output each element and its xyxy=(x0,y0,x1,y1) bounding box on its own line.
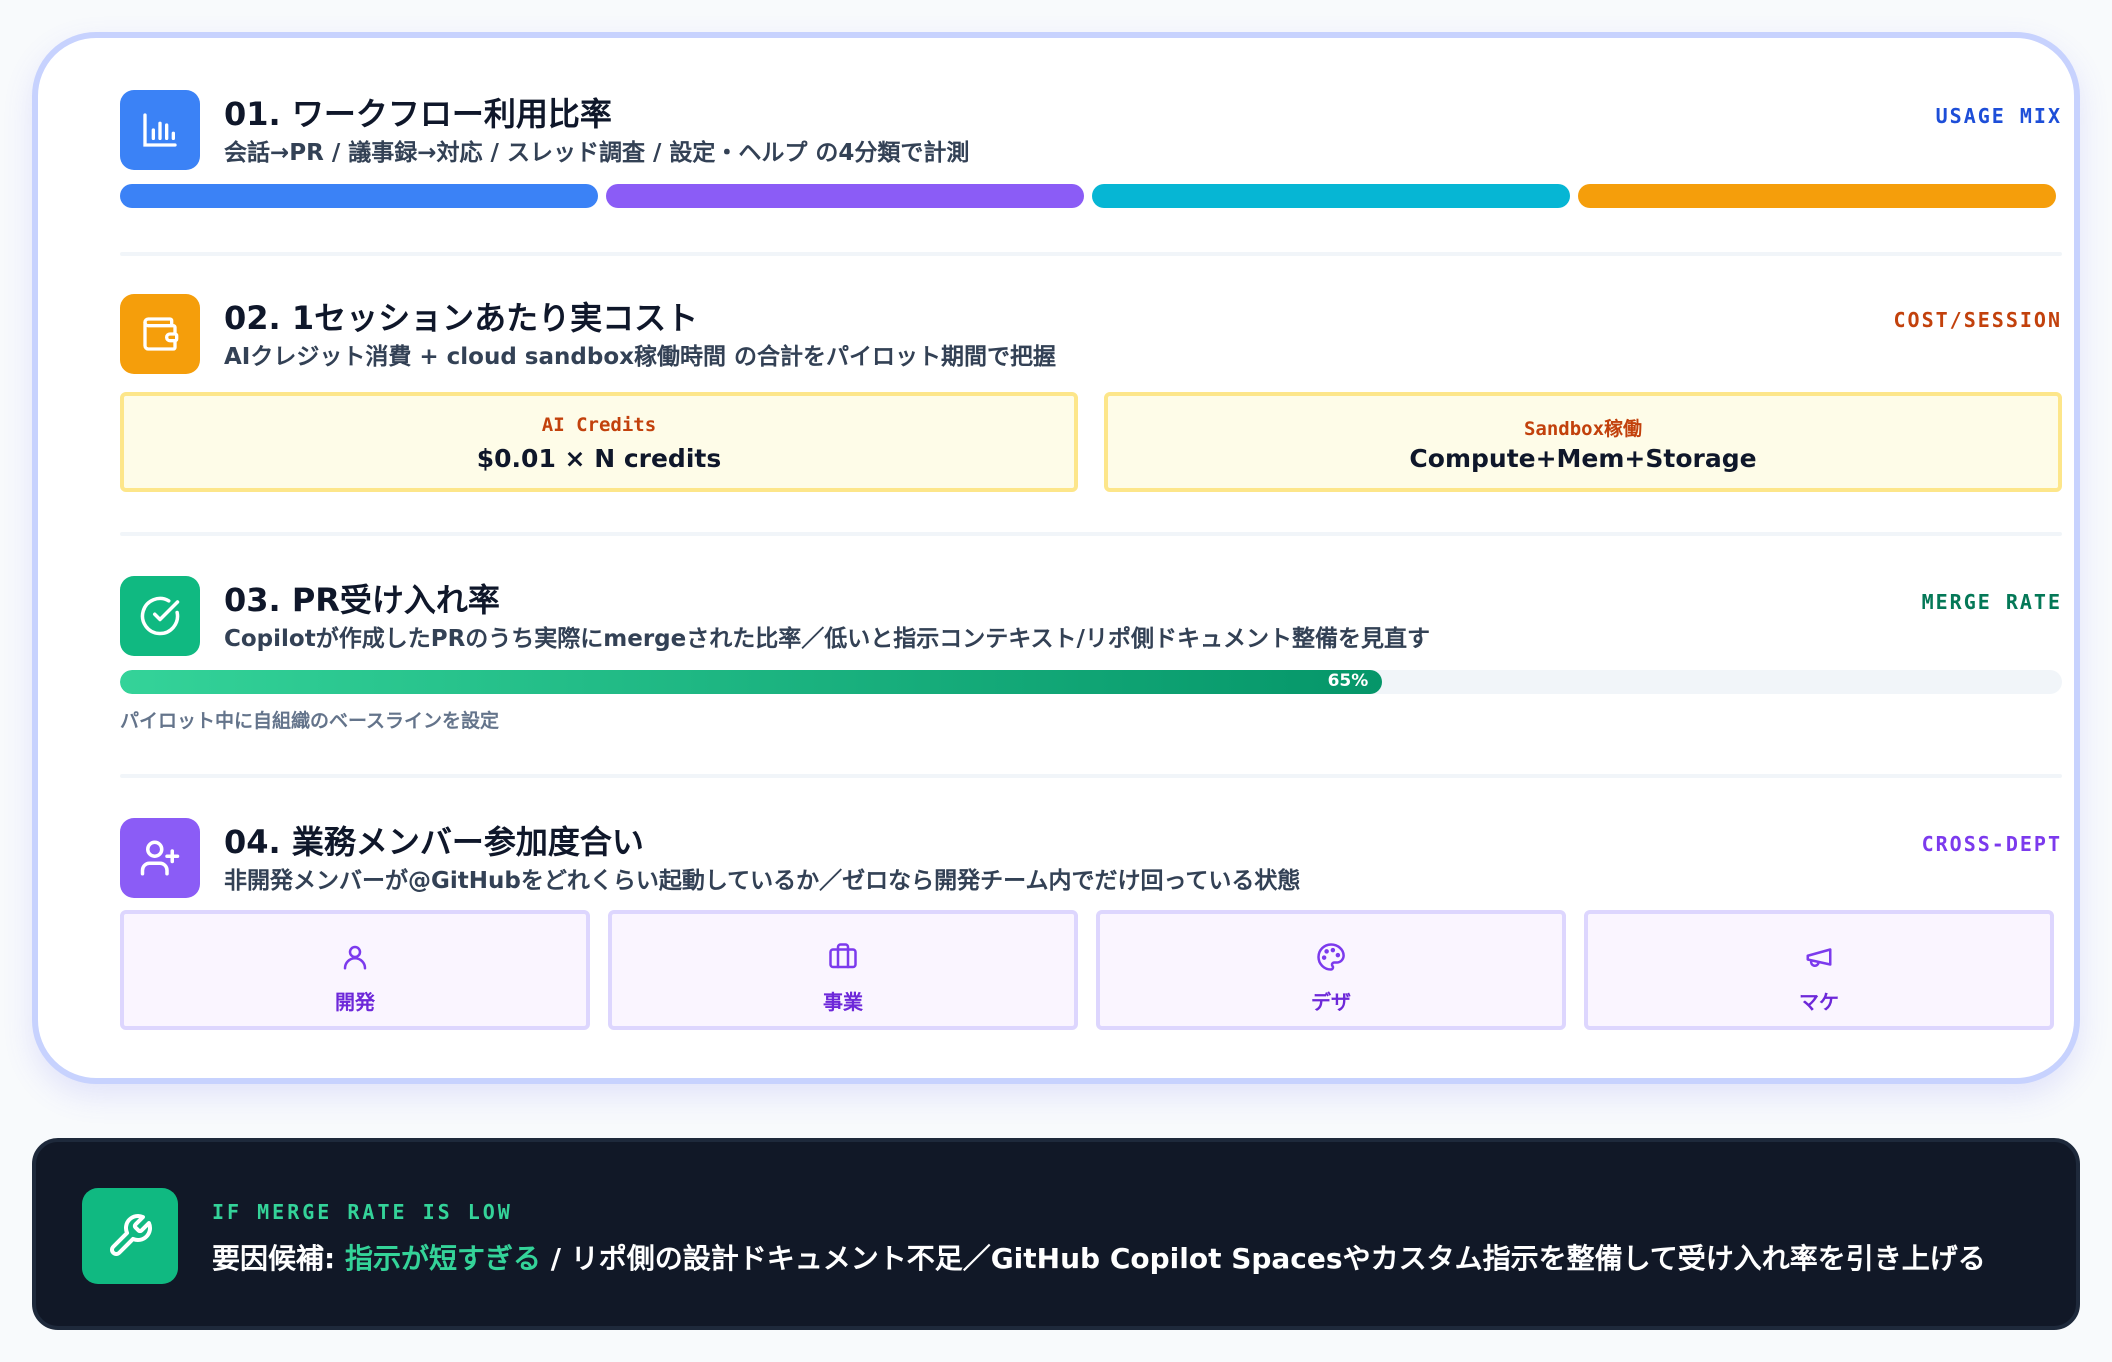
section-subtitle: 非開発メンバーが@GitHubをどれくらい起動しているか／ゼロなら開発チーム内で… xyxy=(224,868,1301,894)
cost-label: AI Credits xyxy=(541,414,657,436)
dept-label: マケ xyxy=(1799,990,1839,1014)
merge-rate-fill: 65% xyxy=(120,670,1383,694)
section-title: 03. PR受け入れ率 xyxy=(224,581,500,619)
user-icon xyxy=(343,945,367,970)
section-tag: COST/SESSION xyxy=(1893,308,2062,332)
megaphone-icon xyxy=(1806,948,1832,967)
section-subtitle: Copilotが作成したPRのうち実際にmergeされた比率／低いと指示コンテキ… xyxy=(224,626,1430,652)
tip-rest: / リポ側の設計ドキュメント不足／GitHub Copilot Spacesやカ… xyxy=(540,1242,1986,1275)
merge-rate-label: 65% xyxy=(1327,671,1369,691)
cost-sandbox: Sandbox稼働 Compute+Mem+Storage xyxy=(1104,392,2062,492)
merge-rate-note: パイロット中に自組織のベースラインを設定 xyxy=(120,710,500,732)
wallet-icon xyxy=(120,294,200,374)
metrics-card: 01. ワークフロー利用比率 会話→PR / 議事録→対応 / スレッド調査 /… xyxy=(32,32,2080,1084)
dept-design: デザ xyxy=(1096,910,1566,1030)
wrench-icon xyxy=(82,1188,178,1284)
cost-value: $0.01 × N credits xyxy=(476,444,722,473)
bar-chart-icon xyxy=(120,90,200,170)
section-subtitle: AIクレジット消費 + cloud sandbox稼働時間 の合計をパイロット期… xyxy=(224,344,1056,370)
divider xyxy=(120,252,2062,256)
tip-highlight: 指示が短すぎる xyxy=(344,1242,541,1275)
divider xyxy=(120,774,2062,778)
palette-icon xyxy=(1317,943,1345,971)
section-tag: MERGE RATE xyxy=(1921,590,2062,614)
section-title: 02. 1セッションあたり実コスト xyxy=(224,299,699,337)
section-cross-dept: 04. 業務メンバー参加度合い 非開発メンバーが@GitHubをどれくらい起動し… xyxy=(120,818,2062,1038)
tip-eyebrow: IF MERGE RATE IS LOW xyxy=(212,1200,513,1224)
dept-label: デザ xyxy=(1311,990,1351,1014)
section-tag: USAGE MIX xyxy=(1935,104,2062,128)
usage-segment-minutes xyxy=(606,184,1084,208)
user-plus-icon xyxy=(120,818,200,898)
check-circle-icon xyxy=(120,576,200,656)
section-title: 01. ワークフロー利用比率 xyxy=(224,95,612,133)
usage-segment-conversation xyxy=(120,184,598,208)
cost-label: Sandbox稼働 xyxy=(1523,418,1643,440)
section-title: 04. 業務メンバー参加度合い xyxy=(224,823,644,861)
cost-value: Compute+Mem+Storage xyxy=(1409,444,1757,473)
section-merge-rate: 03. PR受け入れ率 Copilotが作成したPRのうち実際にmergeされた… xyxy=(120,576,2062,746)
section-cost: 02. 1セッションあたり実コスト AIクレジット消費 + cloud sand… xyxy=(120,294,2062,504)
tip-banner: IF MERGE RATE IS LOW 要因候補: 指示が短すぎる / リポ側… xyxy=(32,1138,2080,1330)
section-usage-mix: 01. ワークフロー利用比率 会話→PR / 議事録→対応 / スレッド調査 /… xyxy=(120,90,2062,230)
dept-label: 事業 xyxy=(823,990,863,1014)
tip-prefix: 要因候補: xyxy=(212,1242,345,1275)
cost-ai-credits: AI Credits $0.01 × N credits xyxy=(120,392,1078,492)
dept-marketing: マケ xyxy=(1584,910,2054,1030)
tip-text: 要因候補: 指示が短すぎる / リポ側の設計ドキュメント不足／GitHub Co… xyxy=(212,1238,1986,1280)
section-subtitle: 会話→PR / 議事録→対応 / スレッド調査 / 設定・ヘルプ の4分類で計測 xyxy=(224,140,970,166)
dept-dev: 開発 xyxy=(120,910,590,1030)
dept-business: 事業 xyxy=(608,910,1078,1030)
briefcase-icon xyxy=(829,943,857,969)
usage-segment-thread xyxy=(1092,184,1570,208)
section-tag: CROSS-DEPT xyxy=(1921,832,2062,856)
dept-label: 開発 xyxy=(335,990,375,1014)
merge-rate-track: 65% xyxy=(120,670,2062,694)
usage-segment-settings xyxy=(1578,184,2056,208)
divider xyxy=(120,532,2062,536)
